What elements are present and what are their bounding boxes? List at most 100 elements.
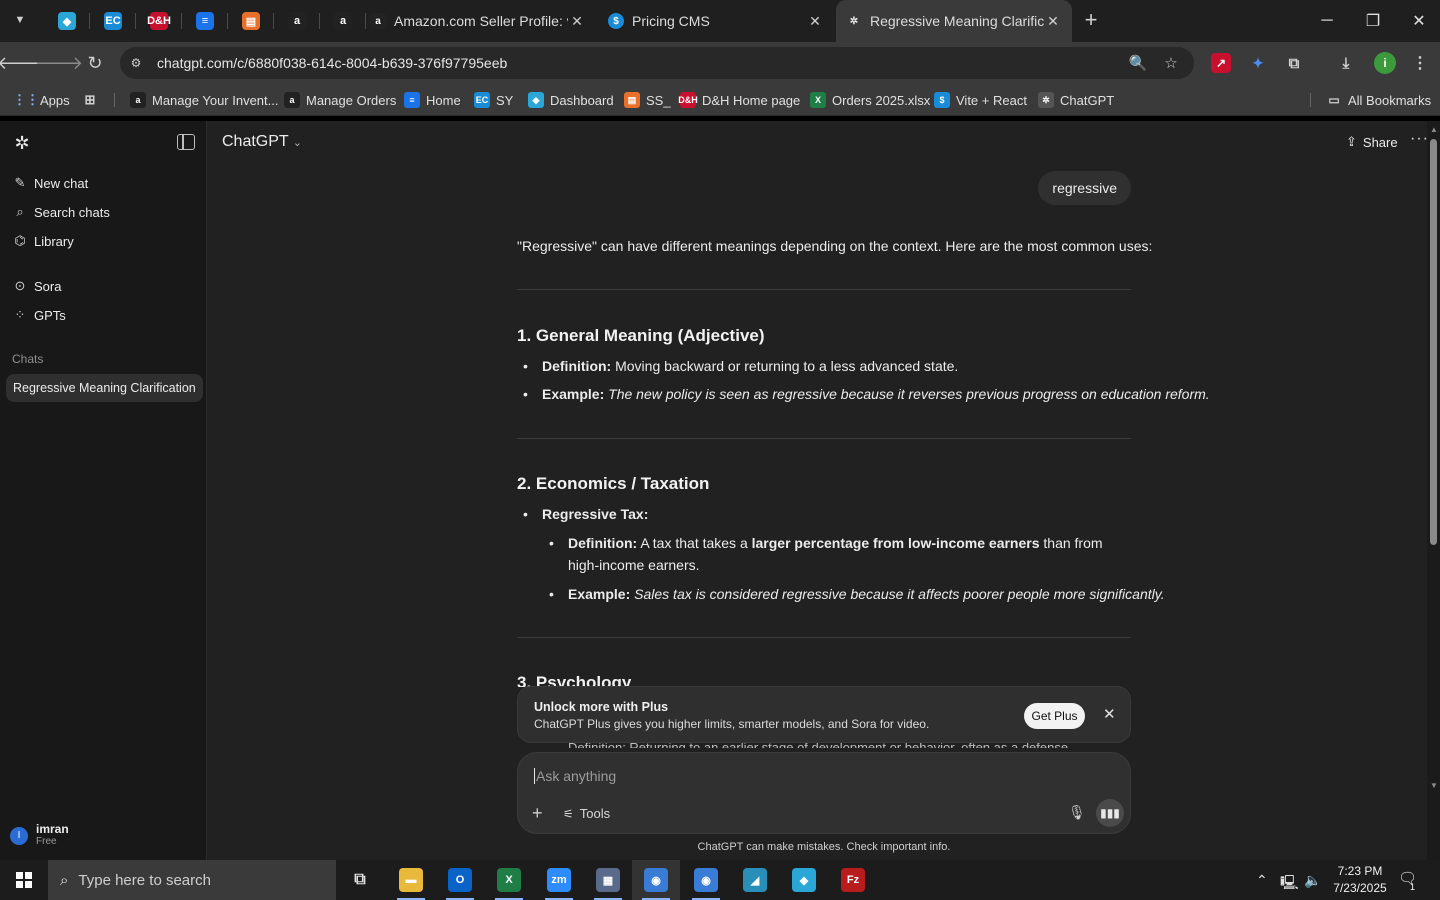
- profile-avatar[interactable]: i: [1374, 52, 1396, 74]
- tools-button[interactable]: ⚟ Tools: [563, 806, 610, 821]
- dh-icon: D&H: [147, 12, 171, 30]
- taskbar-app[interactable]: X: [485, 860, 533, 900]
- get-plus-button[interactable]: Get Plus: [1024, 703, 1085, 729]
- scrollbar-thumb[interactable]: [1430, 139, 1437, 545]
- restore-button[interactable]: ❐: [1350, 0, 1396, 42]
- bookmark-item[interactable]: a Manage Your Invent...: [130, 91, 278, 109]
- assistant-intro: "Regressive" can have different meanings…: [517, 238, 1153, 254]
- extension-arrow-icon[interactable]: ↗: [1211, 53, 1231, 73]
- taskbar-app[interactable]: Fz: [829, 860, 877, 900]
- sidebar-item-new-chat[interactable]: ✎ New chat: [12, 173, 89, 193]
- taskbar-app[interactable]: ◢: [731, 860, 779, 900]
- star-icon[interactable]: ☆: [1161, 53, 1181, 73]
- taskbar-app[interactable]: ▬: [387, 860, 435, 900]
- bookmark-label: ChatGPT: [1060, 92, 1115, 108]
- system-clock[interactable]: 7:23 PM 7/23/2025: [1330, 863, 1390, 897]
- bookmark-label: Home: [426, 92, 461, 108]
- new-tab-button[interactable]: +: [1078, 8, 1104, 34]
- sidebar-item-sora[interactable]: ⊙ Sora: [12, 276, 62, 296]
- tab-pricing-cms[interactable]: $ Pricing CMS ✕: [598, 0, 834, 42]
- chevron-up-icon[interactable]: ⌃: [1256, 872, 1268, 889]
- pinned-tab[interactable]: ◆: [44, 0, 90, 42]
- taskbar-app[interactable]: O: [436, 860, 484, 900]
- bookmark-tab-groups[interactable]: ⊞: [82, 91, 104, 109]
- sidebar-item-gpts[interactable]: ⁘ GPTs: [12, 305, 66, 325]
- user-message: regressive: [1038, 171, 1131, 205]
- scrollbar[interactable]: ▲ ▼: [1427, 121, 1440, 860]
- bookmark-divider: [114, 93, 115, 107]
- zoom-icon[interactable]: 🔍: [1128, 53, 1148, 73]
- forward-button[interactable]: 🡒: [35, 50, 83, 76]
- pinned-tab[interactable]: a: [274, 0, 320, 42]
- taskbar-app[interactable]: ▦: [584, 860, 632, 900]
- sidebar-toggle-icon[interactable]: [177, 134, 195, 150]
- start-button[interactable]: [0, 860, 48, 900]
- url-text[interactable]: chatgpt.com/c/6880f038-614c-8004-b639-37…: [157, 55, 507, 71]
- section-heading: 1. General Meaning (Adjective): [517, 326, 765, 345]
- tab-regressive-meaning[interactable]: ✲ Regressive Meaning Clarificatio ✕: [836, 0, 1072, 42]
- openai-logo-icon[interactable]: ✲: [12, 133, 32, 153]
- voice-mode-button[interactable]: ▮▮▮: [1096, 799, 1124, 827]
- bookmark-label: Manage Your Invent...: [152, 92, 279, 108]
- scroll-up-icon[interactable]: ▲: [1430, 125, 1438, 134]
- bookmark-item[interactable]: ▤ SS_: [624, 91, 671, 109]
- bookmark-item[interactable]: ◆ Dashboard: [528, 91, 614, 109]
- reload-button[interactable]: ↻: [82, 50, 108, 76]
- conversation: regressive "Regressive" can have differe…: [517, 121, 1210, 860]
- tab-amazon-seller-profile[interactable]: a Amazon.com Seller Profile: vClo ✕: [360, 0, 596, 42]
- bookmark-all-bookmarks[interactable]: ▭ All Bookmarks: [1326, 91, 1431, 109]
- bookmark-item[interactable]: $ Vite + React: [934, 91, 1027, 109]
- bookmark-item[interactable]: a Manage Orders: [284, 91, 396, 109]
- taskbar-app[interactable]: ⧉: [336, 860, 384, 900]
- tab-bar: ▼ ◆ EC D&H ≡ ▤ a a a Amazon.com Seller Profile…: [0, 0, 1440, 42]
- play-icon: ⊙: [14, 278, 26, 293]
- scroll-down-icon[interactable]: ▼: [1430, 781, 1438, 790]
- download-icon[interactable]: ⤓: [1336, 53, 1356, 73]
- close-window-button[interactable]: ✕: [1396, 0, 1440, 42]
- user-profile[interactable]: I imran Free: [10, 823, 69, 848]
- close-icon[interactable]: ✕: [1103, 705, 1116, 723]
- taskbar-app[interactable]: ◉: [632, 860, 680, 900]
- chatgpt-icon: ✲: [849, 15, 859, 27]
- sidebar-item-library[interactable]: ⌬ Library: [12, 231, 73, 251]
- taskbar-app[interactable]: ◉: [682, 860, 730, 900]
- share-button[interactable]: ⇪ Share: [1346, 134, 1398, 150]
- address-bar[interactable]: ⚙ chatgpt.com/c/6880f038-614c-8004-b639-…: [120, 47, 1194, 79]
- minimize-button[interactable]: ─: [1304, 0, 1350, 42]
- bookmark-item[interactable]: EC SY: [474, 91, 513, 109]
- bookmark-item[interactable]: ✲ ChatGPT: [1038, 91, 1114, 109]
- tab-search-button[interactable]: ▼: [6, 8, 34, 32]
- taskbar-app[interactable]: ◆: [780, 860, 828, 900]
- network-icon[interactable]: 🖳: [1280, 872, 1299, 896]
- bookmark-item[interactable]: X Orders 2025.xlsx: [810, 91, 930, 109]
- sidebar-item-search-chats[interactable]: ⌕ Search chats: [12, 202, 110, 222]
- back-button[interactable]: 🡐: [0, 50, 45, 76]
- pinned-tab[interactable]: ▤: [228, 0, 274, 42]
- close-icon[interactable]: ✕: [1044, 13, 1062, 30]
- extensions-icon[interactable]: ⧉: [1284, 53, 1304, 73]
- taskbar-search[interactable]: ⌕ Type here to search: [48, 860, 336, 900]
- volume-icon[interactable]: 🔈: [1304, 872, 1321, 889]
- bookmark-item[interactable]: ≡ Home: [404, 91, 461, 109]
- pinned-tab[interactable]: EC: [90, 0, 136, 42]
- bookmark-label: Dashboard: [550, 92, 614, 108]
- chevron-down-icon: ▼: [14, 14, 26, 26]
- close-icon[interactable]: ✕: [806, 13, 824, 30]
- chat-item-active[interactable]: Regressive Meaning Clarification: [6, 374, 203, 402]
- avatar: I: [10, 826, 28, 845]
- close-icon[interactable]: ✕: [568, 13, 586, 30]
- site-info-icon[interactable]: ⚙: [128, 55, 144, 71]
- plus-upsell-banner: Unlock more with Plus ChatGPT Plus gives…: [517, 686, 1131, 743]
- pinned-tab[interactable]: ≡: [182, 0, 228, 42]
- model-selector[interactable]: ChatGPT ⌄: [222, 133, 302, 151]
- bookmark-apps[interactable]: ⋮⋮ Apps: [13, 91, 70, 109]
- extension-puzzle-blue-icon[interactable]: ✦: [1248, 53, 1268, 73]
- attach-plus-icon[interactable]: +: [532, 803, 543, 824]
- chrome-icon: ◉: [644, 868, 668, 892]
- kebab-menu-icon[interactable]: ⋮: [1410, 53, 1430, 73]
- microphone-icon[interactable]: 🎙: [1068, 804, 1086, 821]
- bookmark-item[interactable]: D&H D&H Home page: [678, 91, 800, 109]
- message-input[interactable]: Ask anything: [534, 768, 616, 784]
- pinned-tab[interactable]: D&H: [136, 0, 182, 42]
- taskbar-app[interactable]: zm: [535, 860, 583, 900]
